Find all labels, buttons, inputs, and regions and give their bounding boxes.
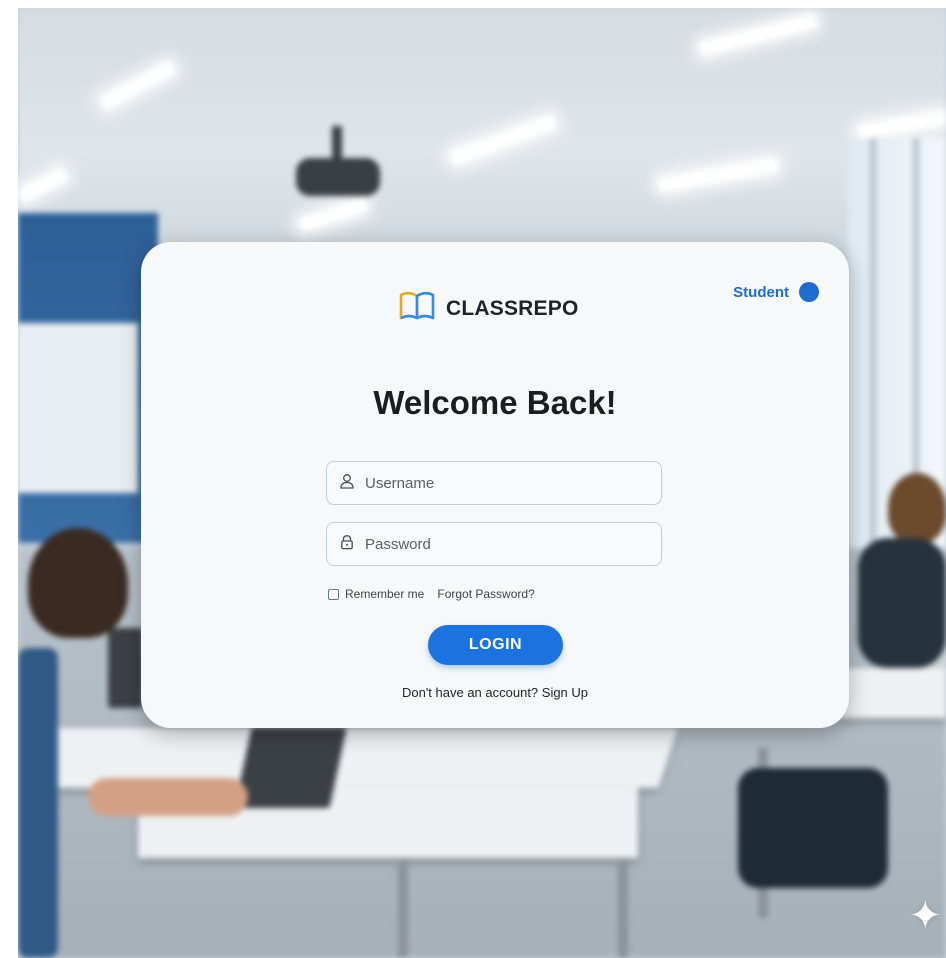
- sparkle-icon: ✦: [908, 894, 942, 938]
- signup-link[interactable]: Don't have an account? Sign Up: [141, 685, 849, 700]
- role-label: Student: [733, 283, 789, 301]
- student-legs: [738, 768, 888, 888]
- student-head: [28, 528, 128, 638]
- login-button[interactable]: LOGIN: [428, 625, 563, 665]
- user-icon: [339, 473, 355, 494]
- window-frame: [870, 138, 876, 558]
- desk-leg: [398, 858, 408, 958]
- brand-name: CLASSREPO: [446, 296, 579, 320]
- username-input[interactable]: [363, 473, 647, 493]
- student-body: [18, 648, 58, 958]
- desk: [838, 668, 946, 718]
- laptop: [234, 728, 347, 808]
- password-field[interactable]: [326, 522, 662, 566]
- whiteboard: [18, 323, 138, 493]
- remember-me-checkbox[interactable]: [328, 588, 339, 600]
- screenshot-frame: ✦ CLASSREPO Student Welcome Back! Userna…: [18, 8, 946, 958]
- login-card: CLASSREPO Student Welcome Back! Username…: [141, 242, 849, 728]
- brand: CLASSREPO: [398, 290, 579, 327]
- remember-me-label[interactable]: Remember me: [345, 587, 424, 601]
- role-status-dot: [799, 282, 819, 302]
- student-arm: [88, 778, 248, 816]
- desk-leg: [618, 858, 628, 958]
- projector: [296, 158, 380, 196]
- open-book-icon: [398, 290, 436, 327]
- student-head: [888, 473, 946, 543]
- username-field[interactable]: [326, 461, 662, 505]
- laptop: [108, 628, 143, 708]
- login-options: Remember me Forgot Password?: [328, 587, 535, 601]
- page-title: Welcome Back!: [373, 384, 617, 421]
- password-input[interactable]: [363, 534, 647, 554]
- student-body: [858, 538, 946, 668]
- projector-mount: [332, 126, 342, 160]
- role-indicator[interactable]: Student: [733, 282, 819, 302]
- forgot-password-link[interactable]: Forgot Password?: [437, 587, 534, 601]
- lock-icon: [339, 534, 355, 555]
